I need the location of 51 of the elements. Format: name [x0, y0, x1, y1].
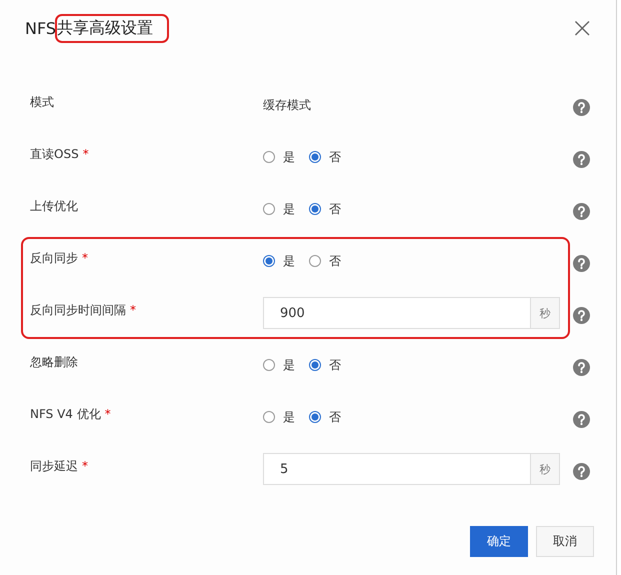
help-icon[interactable] [573, 150, 590, 168]
close-button[interactable]: × [570, 14, 594, 42]
radio-icon[interactable] [263, 151, 275, 163]
required-mark: * [82, 250, 88, 264]
help-icon[interactable] [573, 254, 590, 272]
help-icon[interactable] [573, 98, 590, 116]
radio-icon[interactable] [263, 203, 275, 215]
field-label: 上传优化 [30, 198, 78, 212]
field-label: 反向同步时间间隔 [30, 302, 126, 316]
help-icon[interactable] [573, 410, 590, 428]
radio-option[interactable]: 否 [309, 356, 341, 374]
radio-option[interactable]: 否 [309, 148, 341, 166]
cancel-button[interactable]: 取消 [536, 526, 594, 557]
radio-option[interactable]: 否 [309, 252, 341, 270]
confirm-button[interactable]: 确定 [470, 526, 528, 557]
field-label: 直读OSS [30, 146, 79, 160]
highlighted-title: 共享高级设置 [55, 14, 170, 42]
dialog-title: NFS [25, 18, 56, 38]
radio-option[interactable]: 是 [263, 252, 295, 270]
field-label: 模式 [30, 94, 54, 108]
field-label: 反向同步 [30, 250, 78, 264]
help-icon[interactable] [573, 358, 590, 376]
unit-addon: 秒 [530, 298, 559, 328]
radio-icon[interactable] [263, 255, 275, 267]
radio-option[interactable]: 否 [309, 408, 341, 426]
radio-option[interactable]: 是 [263, 356, 295, 374]
unit-addon: 秒 [530, 454, 559, 484]
radio-option[interactable]: 否 [309, 200, 341, 218]
radio-icon[interactable] [309, 359, 321, 371]
radio-option[interactable]: 是 [263, 408, 295, 426]
field-value: 缓存模式 [263, 96, 311, 114]
radio-icon[interactable] [309, 411, 321, 423]
field-label: 忽略删除 [30, 354, 78, 368]
help-icon[interactable] [573, 306, 590, 324]
radio-option[interactable]: 是 [263, 148, 295, 166]
required-mark: * [130, 302, 136, 316]
radio-icon[interactable] [309, 151, 321, 163]
input-field[interactable]: 5 秒 [263, 453, 560, 485]
required-mark: * [82, 146, 89, 160]
radio-icon[interactable] [309, 203, 321, 215]
radio-icon[interactable] [309, 255, 321, 267]
required-mark: * [82, 458, 88, 472]
radio-option[interactable]: 是 [263, 200, 295, 218]
radio-icon[interactable] [263, 359, 275, 371]
radio-icon[interactable] [263, 411, 275, 423]
input-field[interactable]: 900 秒 [263, 297, 560, 329]
required-mark: * [104, 406, 111, 420]
help-icon[interactable] [573, 202, 590, 220]
field-label: 同步延迟 [30, 458, 78, 472]
help-icon[interactable] [573, 462, 590, 480]
field-label: NFS V4 优化 [30, 406, 101, 420]
